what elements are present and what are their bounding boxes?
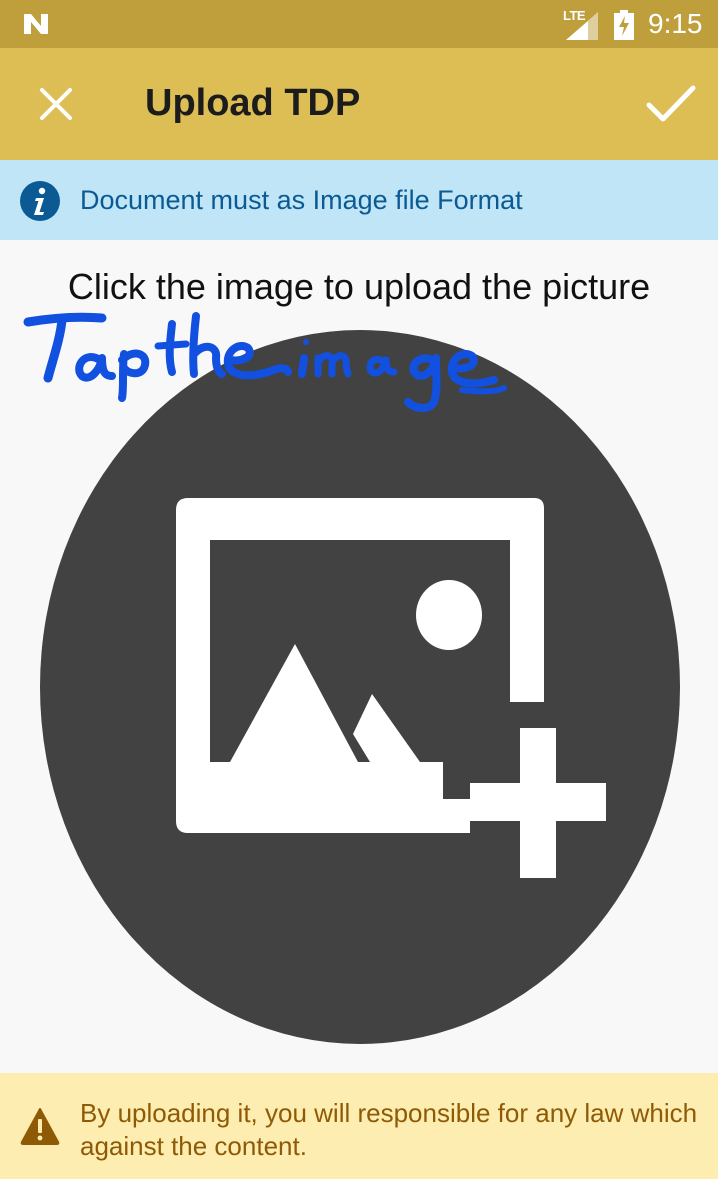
upload-picture-area [40, 330, 680, 1044]
status-bar: LTE 9:15 [0, 0, 718, 48]
app-toolbar: Upload TDP [0, 48, 718, 160]
info-banner: Document must as Image file Format [0, 160, 718, 240]
warning-banner: By uploading it, you will responsible fo… [0, 1073, 718, 1179]
info-message: Document must as Image file Format [80, 185, 523, 215]
close-icon [40, 88, 72, 120]
warning-message: By uploading it, you will responsible fo… [80, 1098, 698, 1161]
info-icon [20, 181, 60, 221]
notification-n-icon [24, 14, 48, 34]
upload-instruction: Click the image to upload the picture [67, 266, 651, 307]
check-icon [646, 85, 696, 122]
clock: 9:15 [648, 8, 703, 39]
upload-image-button[interactable] [40, 330, 680, 1044]
battery-charging-icon [614, 10, 634, 40]
warning-icon [20, 1108, 60, 1145]
confirm-button[interactable] [632, 68, 710, 140]
cell-signal-icon [566, 12, 598, 40]
close-button[interactable] [20, 68, 92, 140]
page-title: Upload TDP [145, 82, 361, 124]
